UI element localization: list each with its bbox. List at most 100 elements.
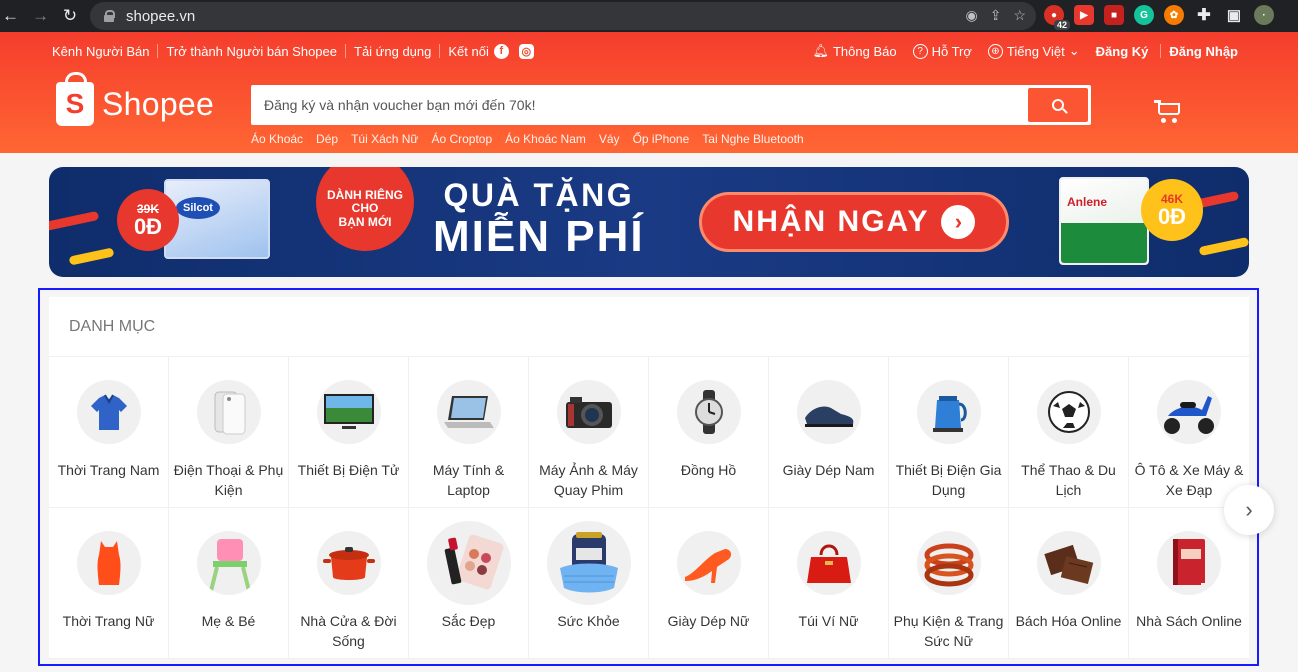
promo-banner[interactable]: Silcot 39K 0Đ DÀNH RIÊNG CHO BẠN MỚI QUÀ…: [49, 167, 1249, 277]
carousel-next-button[interactable]: ›: [1224, 485, 1274, 535]
header-topbar: Kênh Người Bán Trở thành Người bán Shope…: [52, 42, 1238, 60]
support-link[interactable]: ? Hỗ Trợ: [912, 43, 972, 59]
gift-line-2: MIỄN PHÍ: [433, 212, 645, 261]
color-picker-icon[interactable]: ✿: [1164, 5, 1184, 25]
suggestion-link[interactable]: Váy: [599, 132, 620, 146]
sidebar-icon[interactable]: ▣: [1224, 5, 1244, 25]
search-suggestions: Áo Khoác Dép Túi Xách Nữ Áo Croptop Áo K…: [251, 132, 804, 146]
smartphone-icon: [196, 380, 261, 444]
chevron-down-icon: ⌄: [1068, 43, 1080, 58]
connect-label: Kết nối: [448, 43, 489, 59]
suggestion-link[interactable]: Áo Croptop: [431, 132, 492, 146]
category-item[interactable]: Máy Ảnh & Máy Quay Phim: [529, 357, 649, 508]
suggestion-link[interactable]: Áo Khoác Nam: [505, 132, 586, 146]
polo-shirt-icon: [76, 380, 141, 444]
new-price: 0Đ: [133, 214, 163, 239]
download-app-link[interactable]: Tải ứng dụng: [354, 44, 431, 59]
chevron-right-icon: ›: [941, 205, 976, 239]
shopee-logo[interactable]: S Shopee: [56, 72, 215, 126]
category-item[interactable]: Túi Ví Nữ: [769, 508, 889, 659]
category-label: Đồng Hồ: [680, 462, 737, 478]
gift-line-1: QUÀ TẶNG: [443, 177, 635, 213]
address-bar[interactable]: shopee.vn ◉ ⇪ ☆: [90, 2, 1036, 30]
category-item[interactable]: Mẹ & Bé: [169, 508, 289, 659]
decor-streak: [68, 247, 115, 266]
suggestion-link[interactable]: Dép: [316, 132, 338, 146]
category-item[interactable]: Sức Khỏe: [529, 508, 649, 659]
gift-heading: QUÀ TẶNG MIỄN PHÍ: [433, 177, 645, 262]
reload-icon[interactable]: ↻: [62, 6, 78, 26]
category-item[interactable]: Thời Trang Nam: [49, 357, 169, 508]
category-item[interactable]: Thiết Bị Điện Gia Dụng: [889, 357, 1009, 508]
category-item[interactable]: Nhà Sách Online: [1129, 508, 1249, 659]
category-item[interactable]: Bách Hóa Online: [1009, 508, 1129, 659]
register-link[interactable]: Đăng Ký: [1096, 44, 1149, 59]
category-item[interactable]: Máy Tính & Laptop: [409, 357, 529, 508]
suggestion-link[interactable]: Áo Khoác: [251, 132, 303, 146]
support-label: Hỗ Trợ: [931, 43, 972, 59]
search-button[interactable]: [1028, 88, 1088, 122]
category-item[interactable]: Giày Dép Nữ: [649, 508, 769, 659]
grammarly-icon[interactable]: G: [1134, 5, 1154, 25]
notifications-link[interactable]: 🔔︎ Thông Báo: [812, 43, 896, 59]
claim-now-button[interactable]: NHẬN NGAY ›: [699, 192, 1009, 252]
category-item[interactable]: Thể Thao & Du Lịch: [1009, 357, 1129, 508]
avatar[interactable]: ·: [1254, 5, 1274, 25]
facebook-icon[interactable]: f: [493, 43, 509, 59]
category-item[interactable]: Sắc Đẹp: [409, 508, 529, 659]
claim-label: NHẬN NGAY: [732, 205, 930, 238]
back-icon[interactable]: ←: [2, 6, 19, 26]
language-selector[interactable]: ⊕ Tiếng Việt ⌄: [987, 43, 1080, 59]
suggestion-link[interactable]: Túi Xách Nữ: [351, 132, 418, 146]
logo-text: Shopee: [102, 85, 215, 122]
new-user-text: BẠN MỚI: [338, 214, 392, 229]
high-heel-icon: [676, 531, 741, 595]
suggestion-link[interactable]: Tai Nghe Bluetooth: [702, 132, 803, 146]
new-user-text: CHO: [351, 201, 379, 216]
category-item[interactable]: Giày Dép Nam: [769, 357, 889, 508]
divider: [439, 44, 441, 58]
seller-channel-link[interactable]: Kênh Người Bán: [52, 44, 149, 59]
browser-nav: ← → ↻: [0, 6, 78, 26]
category-label: Thời Trang Nam: [57, 462, 160, 478]
category-label: Nhà Sách Online: [1136, 613, 1242, 629]
category-label: Giày Dép Nữ: [667, 613, 750, 629]
url-text: shopee.vn: [126, 7, 196, 25]
bookmark-star-icon[interactable]: ☆: [1013, 7, 1026, 24]
puzzle-icon[interactable]: ✚: [1194, 5, 1214, 25]
divider: [1160, 44, 1162, 58]
become-seller-link[interactable]: Trở thành Người bán Shopee: [166, 44, 337, 59]
men-shoe-icon: [796, 380, 861, 444]
search-input[interactable]: [254, 88, 1028, 122]
category-item[interactable]: Thời Trang Nữ: [49, 508, 169, 659]
forward-icon[interactable]: →: [32, 6, 49, 26]
category-label: Túi Ví Nữ: [798, 613, 859, 629]
soccer-ball-icon: [1036, 380, 1101, 444]
category-item[interactable]: Phụ Kiện & Trang Sức Nữ: [889, 508, 1009, 659]
login-link[interactable]: Đăng Nhập: [1169, 44, 1238, 59]
video-extension-icon[interactable]: ■: [1104, 5, 1124, 25]
category-item[interactable]: Nhà Cửa & Đời Sống: [289, 508, 409, 659]
kettle-icon: [916, 380, 981, 444]
women-top-icon: [76, 531, 141, 595]
category-section: DANH MỤC Thời Trang Nam Điện Thoại & Phụ …: [49, 297, 1249, 659]
book-icon: [1157, 531, 1221, 595]
shopee-header: Kênh Người Bán Trở thành Người bán Shope…: [0, 32, 1298, 153]
chevron-right-icon: ›: [1245, 497, 1253, 522]
cart-icon[interactable]: [1154, 100, 1182, 124]
suggestion-link[interactable]: Ốp iPhone: [633, 132, 690, 146]
category-label: Phụ Kiện & Trang Sức Nữ: [893, 613, 1004, 649]
category-item[interactable]: Ô Tô & Xe Máy & Xe Đạp: [1129, 357, 1249, 508]
bracelet-icon: [916, 531, 981, 595]
notifications-label: Thông Báo: [832, 43, 897, 59]
help-icon: ?: [912, 43, 928, 59]
site-settings-icon[interactable]: ◉: [965, 7, 977, 24]
share-icon[interactable]: ⇪: [990, 7, 1002, 24]
category-item[interactable]: Thiết Bị Điện Tử: [289, 357, 409, 508]
category-label: Thiết Bị Điện Gia Dụng: [895, 462, 1002, 498]
instagram-icon[interactable]: ◎: [518, 43, 534, 59]
category-item[interactable]: Điện Thoại & Phụ Kiện: [169, 357, 289, 508]
record-extension-icon[interactable]: ▶: [1074, 5, 1094, 25]
category-item[interactable]: Đồng Hồ: [649, 357, 769, 508]
extension-red-icon[interactable]: ● 42: [1044, 5, 1070, 30]
